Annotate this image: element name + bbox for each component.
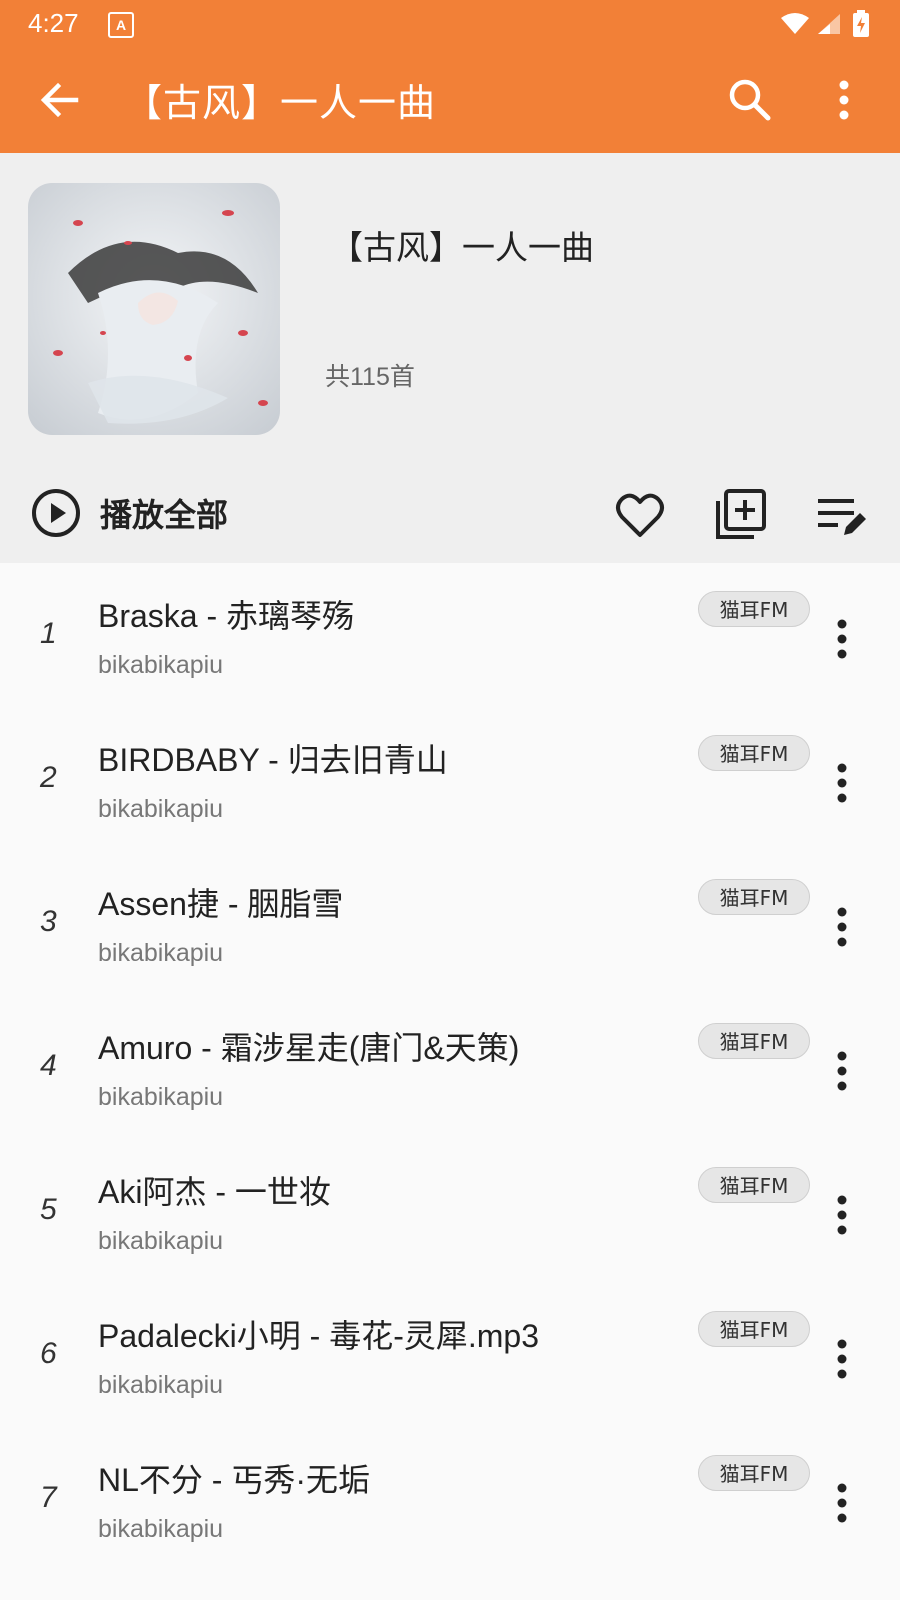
signal-icon: [816, 12, 842, 36]
playlist-cover-image[interactable]: [28, 183, 280, 435]
status-time: 4:27: [28, 8, 79, 38]
song-artist: bikabikapiu: [98, 651, 224, 679]
song-more-icon[interactable]: [814, 1043, 870, 1099]
status-bar: 4:27 A: [0, 0, 900, 48]
song-more-icon[interactable]: [814, 899, 870, 955]
song-index: 5: [40, 1193, 57, 1226]
song-more-icon[interactable]: [814, 1475, 870, 1531]
song-index: 4: [40, 1049, 57, 1082]
search-icon[interactable]: [724, 74, 776, 126]
song-index: 2: [40, 761, 57, 794]
song-row[interactable]: 1 Braska - 赤璃琴殇 bikabikapiu 猫耳FM: [0, 563, 900, 707]
playlist-title: 【古风】一人一曲: [330, 228, 594, 267]
wifi-icon: [780, 12, 810, 36]
notification-icon: A: [108, 12, 134, 38]
song-artist: bikabikapiu: [98, 1371, 224, 1399]
song-row[interactable]: 5 Aki阿杰 - 一世妆 bikabikapiu 猫耳FM: [0, 1139, 900, 1283]
song-row[interactable]: 6 Padalecki小明 - 毒花-灵犀.mp3 bikabikapiu 猫耳…: [0, 1283, 900, 1427]
song-artist: bikabikapiu: [98, 939, 224, 967]
song-title: BIRDBABY - 归去旧青山: [98, 742, 448, 778]
song-more-icon[interactable]: [814, 611, 870, 667]
song-title: Braska - 赤璃琴殇: [98, 598, 355, 634]
playlist-actions: 播放全部: [0, 463, 900, 563]
edit-list-icon[interactable]: [812, 487, 868, 543]
source-badge: 猫耳FM: [698, 1023, 810, 1059]
play-all-button[interactable]: 播放全部: [30, 485, 228, 541]
battery-icon: [852, 10, 870, 38]
add-to-playlist-icon[interactable]: [712, 487, 768, 543]
song-title: Aki阿杰 - 一世妆: [98, 1174, 331, 1210]
song-title: NL不分 - 丐秀·无垢: [98, 1462, 371, 1498]
song-row[interactable]: 7 NL不分 - 丐秀·无垢 bikabikapiu 猫耳FM: [0, 1427, 900, 1571]
play-circle-icon: [30, 487, 82, 539]
song-row[interactable]: 4 Amuro - 霜涉星走(唐门&天策) bikabikapiu 猫耳FM: [0, 995, 900, 1139]
top-bar: 4:27 A 【古风】一人一曲: [0, 0, 900, 153]
more-vertical-icon[interactable]: [818, 74, 870, 126]
source-badge: 猫耳FM: [698, 1167, 810, 1203]
song-artist: bikabikapiu: [98, 795, 224, 823]
source-badge: 猫耳FM: [698, 1455, 810, 1491]
song-more-icon[interactable]: [814, 755, 870, 811]
song-row[interactable]: 3 Assen捷 - 胭脂雪 bikabikapiu 猫耳FM: [0, 851, 900, 995]
song-row[interactable]: 2 BIRDBABY - 归去旧青山 bikabikapiu 猫耳FM: [0, 707, 900, 851]
song-list: 1 Braska - 赤璃琴殇 bikabikapiu 猫耳FM 2 BIRDB…: [0, 563, 900, 1571]
song-index: 3: [40, 905, 57, 938]
app-bar-title: 【古风】一人一曲: [124, 81, 437, 125]
song-artist: bikabikapiu: [98, 1515, 224, 1543]
heart-icon[interactable]: [612, 487, 668, 543]
song-title: Padalecki小明 - 毒花-灵犀.mp3: [98, 1318, 539, 1354]
playlist-song-count: 共115首: [325, 363, 415, 391]
app-bar: 【古风】一人一曲: [0, 48, 900, 153]
song-artist: bikabikapiu: [98, 1083, 224, 1111]
song-index: 6: [40, 1337, 57, 1370]
source-badge: 猫耳FM: [698, 1311, 810, 1347]
song-title: Amuro - 霜涉星走(唐门&天策): [98, 1030, 520, 1066]
song-more-icon[interactable]: [814, 1331, 870, 1387]
source-badge: 猫耳FM: [698, 591, 810, 627]
song-title: Assen捷 - 胭脂雪: [98, 886, 344, 922]
song-artist: bikabikapiu: [98, 1227, 224, 1255]
song-index: 1: [40, 617, 57, 650]
play-all-label: 播放全部: [100, 496, 229, 534]
playlist-header: 【古风】一人一曲 共115首 播放全部: [0, 153, 900, 563]
song-more-icon[interactable]: [814, 1187, 870, 1243]
source-badge: 猫耳FM: [698, 735, 810, 771]
source-badge: 猫耳FM: [698, 879, 810, 915]
song-index: 7: [40, 1481, 57, 1514]
back-arrow-icon[interactable]: [34, 74, 86, 126]
